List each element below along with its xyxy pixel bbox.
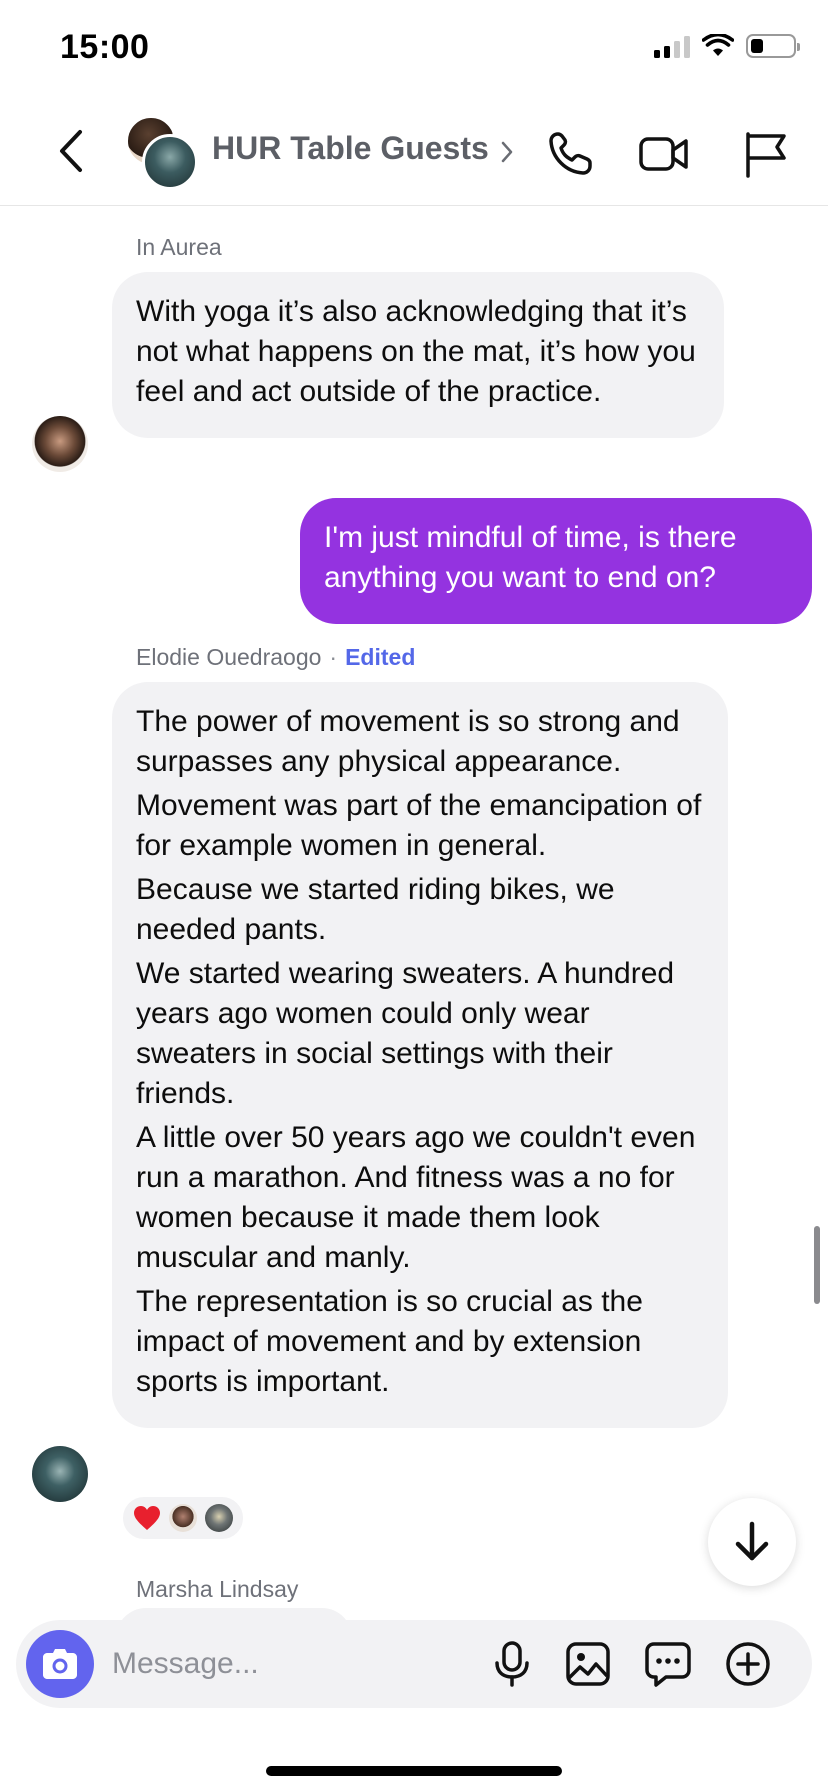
flag-icon[interactable] (740, 128, 792, 180)
gallery-icon[interactable] (564, 1640, 612, 1688)
message-text: The power of movement is so strong and s… (136, 705, 680, 778)
scroll-indicator[interactable] (814, 1226, 820, 1304)
video-camera-icon[interactable] (638, 128, 690, 180)
edited-label: Edited (345, 644, 416, 670)
message-composer (16, 1620, 812, 1708)
chat-bubble-icon[interactable] (644, 1640, 692, 1688)
camera-icon (43, 1649, 77, 1679)
message-bubble[interactable]: I'm just mindful of time, is there anyth… (300, 498, 812, 624)
message-text: I'm just mindful of time, is there anyth… (324, 521, 737, 594)
avatar[interactable] (32, 1446, 88, 1502)
sender-line: Elodie Ouedraogo · Edited (136, 644, 415, 671)
cellular-signal-icon (654, 34, 690, 58)
separator-dot: · (329, 644, 338, 670)
reactor-avatar (169, 1504, 197, 1532)
message-bubble[interactable] (116, 1608, 352, 1620)
back-icon[interactable] (50, 126, 94, 176)
plus-circle-icon[interactable] (724, 1640, 772, 1688)
avatar[interactable] (32, 416, 88, 472)
reactor-avatar (205, 1504, 233, 1532)
camera-button[interactable] (26, 1630, 94, 1698)
chat-screen: 15:00 HUR Table Guests In Aurea With yog… (0, 0, 828, 1792)
message-text: The representation is so crucial as the … (136, 1285, 643, 1398)
message-bubble[interactable]: With yoga it’s also acknowledging that i… (112, 272, 724, 438)
heart-emoji (134, 1506, 160, 1530)
status-icons (654, 34, 800, 58)
message-input[interactable] (112, 1620, 472, 1708)
wifi-icon (702, 34, 734, 56)
sender-name: Elodie Ouedraogo (136, 644, 322, 670)
status-bar: 15:00 (0, 0, 828, 100)
sender-name: Marsha Lindsay (136, 1576, 299, 1602)
home-indicator[interactable] (266, 1766, 562, 1776)
status-time: 15:00 (60, 28, 150, 66)
battery-level (751, 39, 763, 53)
message-text: Because we started riding bikes, we need… (136, 873, 615, 946)
message-text: We started wearing sweaters. A hundred y… (136, 957, 675, 1110)
battery-icon (746, 34, 800, 58)
scroll-to-bottom-button[interactable] (708, 1498, 796, 1586)
phone-icon[interactable] (544, 128, 596, 180)
group-title[interactable]: HUR Table Guests (212, 130, 489, 167)
arrow-down-icon (735, 1521, 769, 1561)
member-avatar (142, 134, 198, 190)
message-text: With yoga it’s also acknowledging that i… (136, 295, 696, 408)
chat-header: HUR Table Guests (0, 100, 828, 206)
message-bubble[interactable]: The power of movement is so strong and s… (112, 682, 728, 1428)
message-text: Movement was part of the emancipation of… (136, 789, 702, 862)
sender-name: In Aurea (136, 234, 222, 260)
reactions-bar[interactable] (120, 1494, 246, 1542)
microphone-icon[interactable] (488, 1640, 536, 1688)
message-text: A little over 50 years ago we couldn't e… (136, 1121, 696, 1274)
message-list[interactable]: In Aurea With yoga it’s also acknowledgi… (0, 206, 828, 1620)
group-avatar[interactable] (126, 116, 198, 190)
chevron-right-icon[interactable] (500, 140, 514, 164)
